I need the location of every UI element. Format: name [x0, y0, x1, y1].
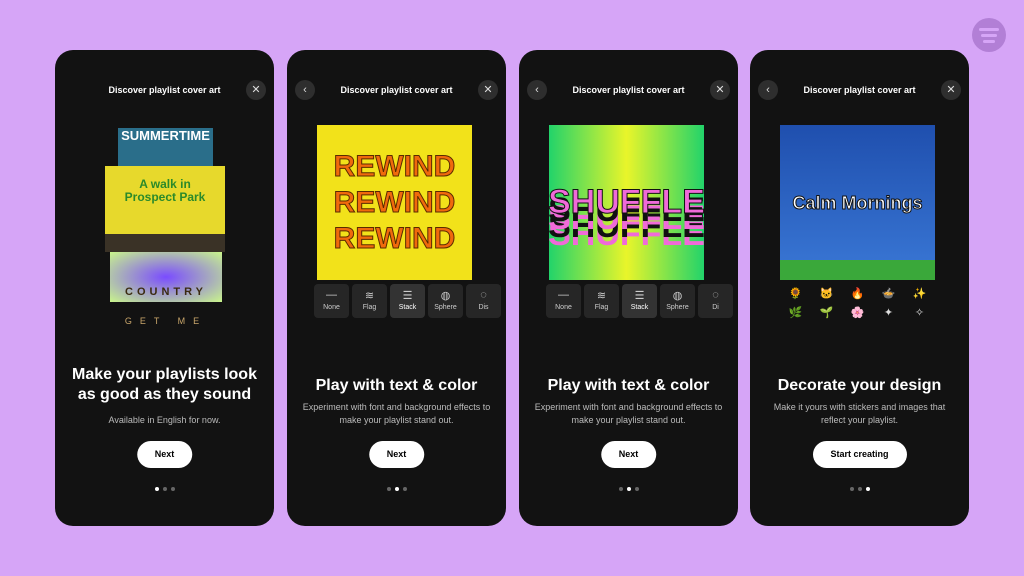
- sticker[interactable]: 🌿: [780, 306, 811, 319]
- card-title: Make your playlists look as good as they…: [72, 366, 257, 403]
- header-title: Discover playlist cover art: [340, 85, 453, 95]
- effect-picker: — None ≋ Flag ☰ Stack ◍ Sphere ◌ Di: [546, 284, 734, 318]
- none-icon: —: [326, 289, 337, 301]
- sticker[interactable]: 🐱: [811, 287, 842, 300]
- sticker[interactable]: ✦: [873, 306, 904, 319]
- close-button[interactable]: ✕: [478, 80, 498, 100]
- card-title: Decorate your design: [777, 377, 942, 394]
- sticker[interactable]: 🍲: [873, 287, 904, 300]
- spotify-logo: [972, 18, 1006, 52]
- close-button[interactable]: ✕: [941, 80, 961, 100]
- sphere-icon: ◍: [672, 290, 683, 302]
- effect-none[interactable]: — None: [546, 284, 581, 318]
- card-title: Play with text & color: [547, 377, 710, 394]
- sticker[interactable]: ✧: [904, 306, 935, 319]
- cover-art-calm: Calm Mornings: [780, 125, 935, 280]
- card-subtitle: Experiment with font and background effe…: [302, 402, 491, 425]
- effect-none[interactable]: — None: [314, 284, 349, 318]
- effect-more[interactable]: ◌ Di: [698, 284, 733, 318]
- effect-sphere[interactable]: ◍ Sphere: [660, 284, 695, 318]
- next-button[interactable]: Next: [368, 441, 425, 468]
- back-button[interactable]: ‹: [527, 80, 547, 100]
- back-button[interactable]: ‹: [295, 80, 315, 100]
- cover-art-rewind: REWIND REWIND REWIND: [317, 125, 472, 280]
- onboarding-card-3: Discover playlist cover art ‹ ✕ SHUFFLE …: [519, 50, 738, 526]
- sticker[interactable]: 🌱: [811, 306, 842, 319]
- sticker[interactable]: ✨: [904, 287, 935, 300]
- card-subtitle: Experiment with font and background effe…: [534, 402, 723, 425]
- page-indicator: [287, 487, 506, 491]
- card-title: Play with text & color: [315, 377, 478, 394]
- effect-stack[interactable]: ☰ Stack: [390, 284, 425, 318]
- close-button[interactable]: ✕: [710, 80, 730, 100]
- sticker[interactable]: 🔥: [842, 287, 873, 300]
- page-indicator: [750, 487, 969, 491]
- art-country: COUNTRY: [125, 286, 207, 298]
- sticker[interactable]: 🌻: [780, 287, 811, 300]
- cover-art-stack: SUMMERTIME A walk in Prospect Park COUNT…: [100, 128, 230, 333]
- card-subtitle: Available in English for now.: [108, 415, 221, 425]
- card-subtitle: Make it yours with stickers and images t…: [773, 402, 946, 425]
- next-button[interactable]: Next: [136, 441, 193, 468]
- art-getme: GET ME: [124, 316, 208, 326]
- start-creating-button[interactable]: Start creating: [812, 441, 907, 468]
- art-walk: A walk in Prospect Park: [105, 166, 225, 234]
- header-title: Discover playlist cover art: [572, 85, 685, 95]
- flag-icon: ≋: [364, 290, 375, 302]
- effect-picker: — None ≋ Flag ☰ Stack ◍ Sphere ◌ Dis: [314, 284, 502, 318]
- stack-icon: ☰: [402, 290, 413, 302]
- back-button[interactable]: ‹: [758, 80, 778, 100]
- effect-flag[interactable]: ≋ Flag: [352, 284, 387, 318]
- page-indicator: [519, 487, 738, 491]
- effect-sphere[interactable]: ◍ Sphere: [428, 284, 463, 318]
- page-indicator: [55, 487, 274, 491]
- close-button[interactable]: ✕: [246, 80, 266, 100]
- header-title: Discover playlist cover art: [108, 85, 221, 95]
- onboarding-card-1: Discover playlist cover art ✕ SUMMERTIME…: [55, 50, 274, 526]
- cover-art-shuffle: SHUFFLE: [549, 125, 704, 280]
- effect-stack[interactable]: ☰ Stack: [622, 284, 657, 318]
- stack-icon: ☰: [634, 290, 645, 302]
- none-icon: —: [558, 289, 569, 301]
- header-title: Discover playlist cover art: [803, 85, 916, 95]
- next-button[interactable]: Next: [600, 441, 657, 468]
- effect-more[interactable]: ◌ Dis: [466, 284, 501, 318]
- sphere-icon: ◍: [440, 290, 451, 302]
- flag-icon: ≋: [596, 290, 607, 302]
- sticker-grid: 🌻 🐱 🔥 🍲 ✨ 🌿 🌱 🌸 ✦ ✧: [780, 287, 935, 319]
- sticker[interactable]: 🌸: [842, 306, 873, 319]
- onboarding-card-2: Discover playlist cover art ‹ ✕ REWIND R…: [287, 50, 506, 526]
- onboarding-card-4: Discover playlist cover art ‹ ✕ Calm Mor…: [750, 50, 969, 526]
- effect-flag[interactable]: ≋ Flag: [584, 284, 619, 318]
